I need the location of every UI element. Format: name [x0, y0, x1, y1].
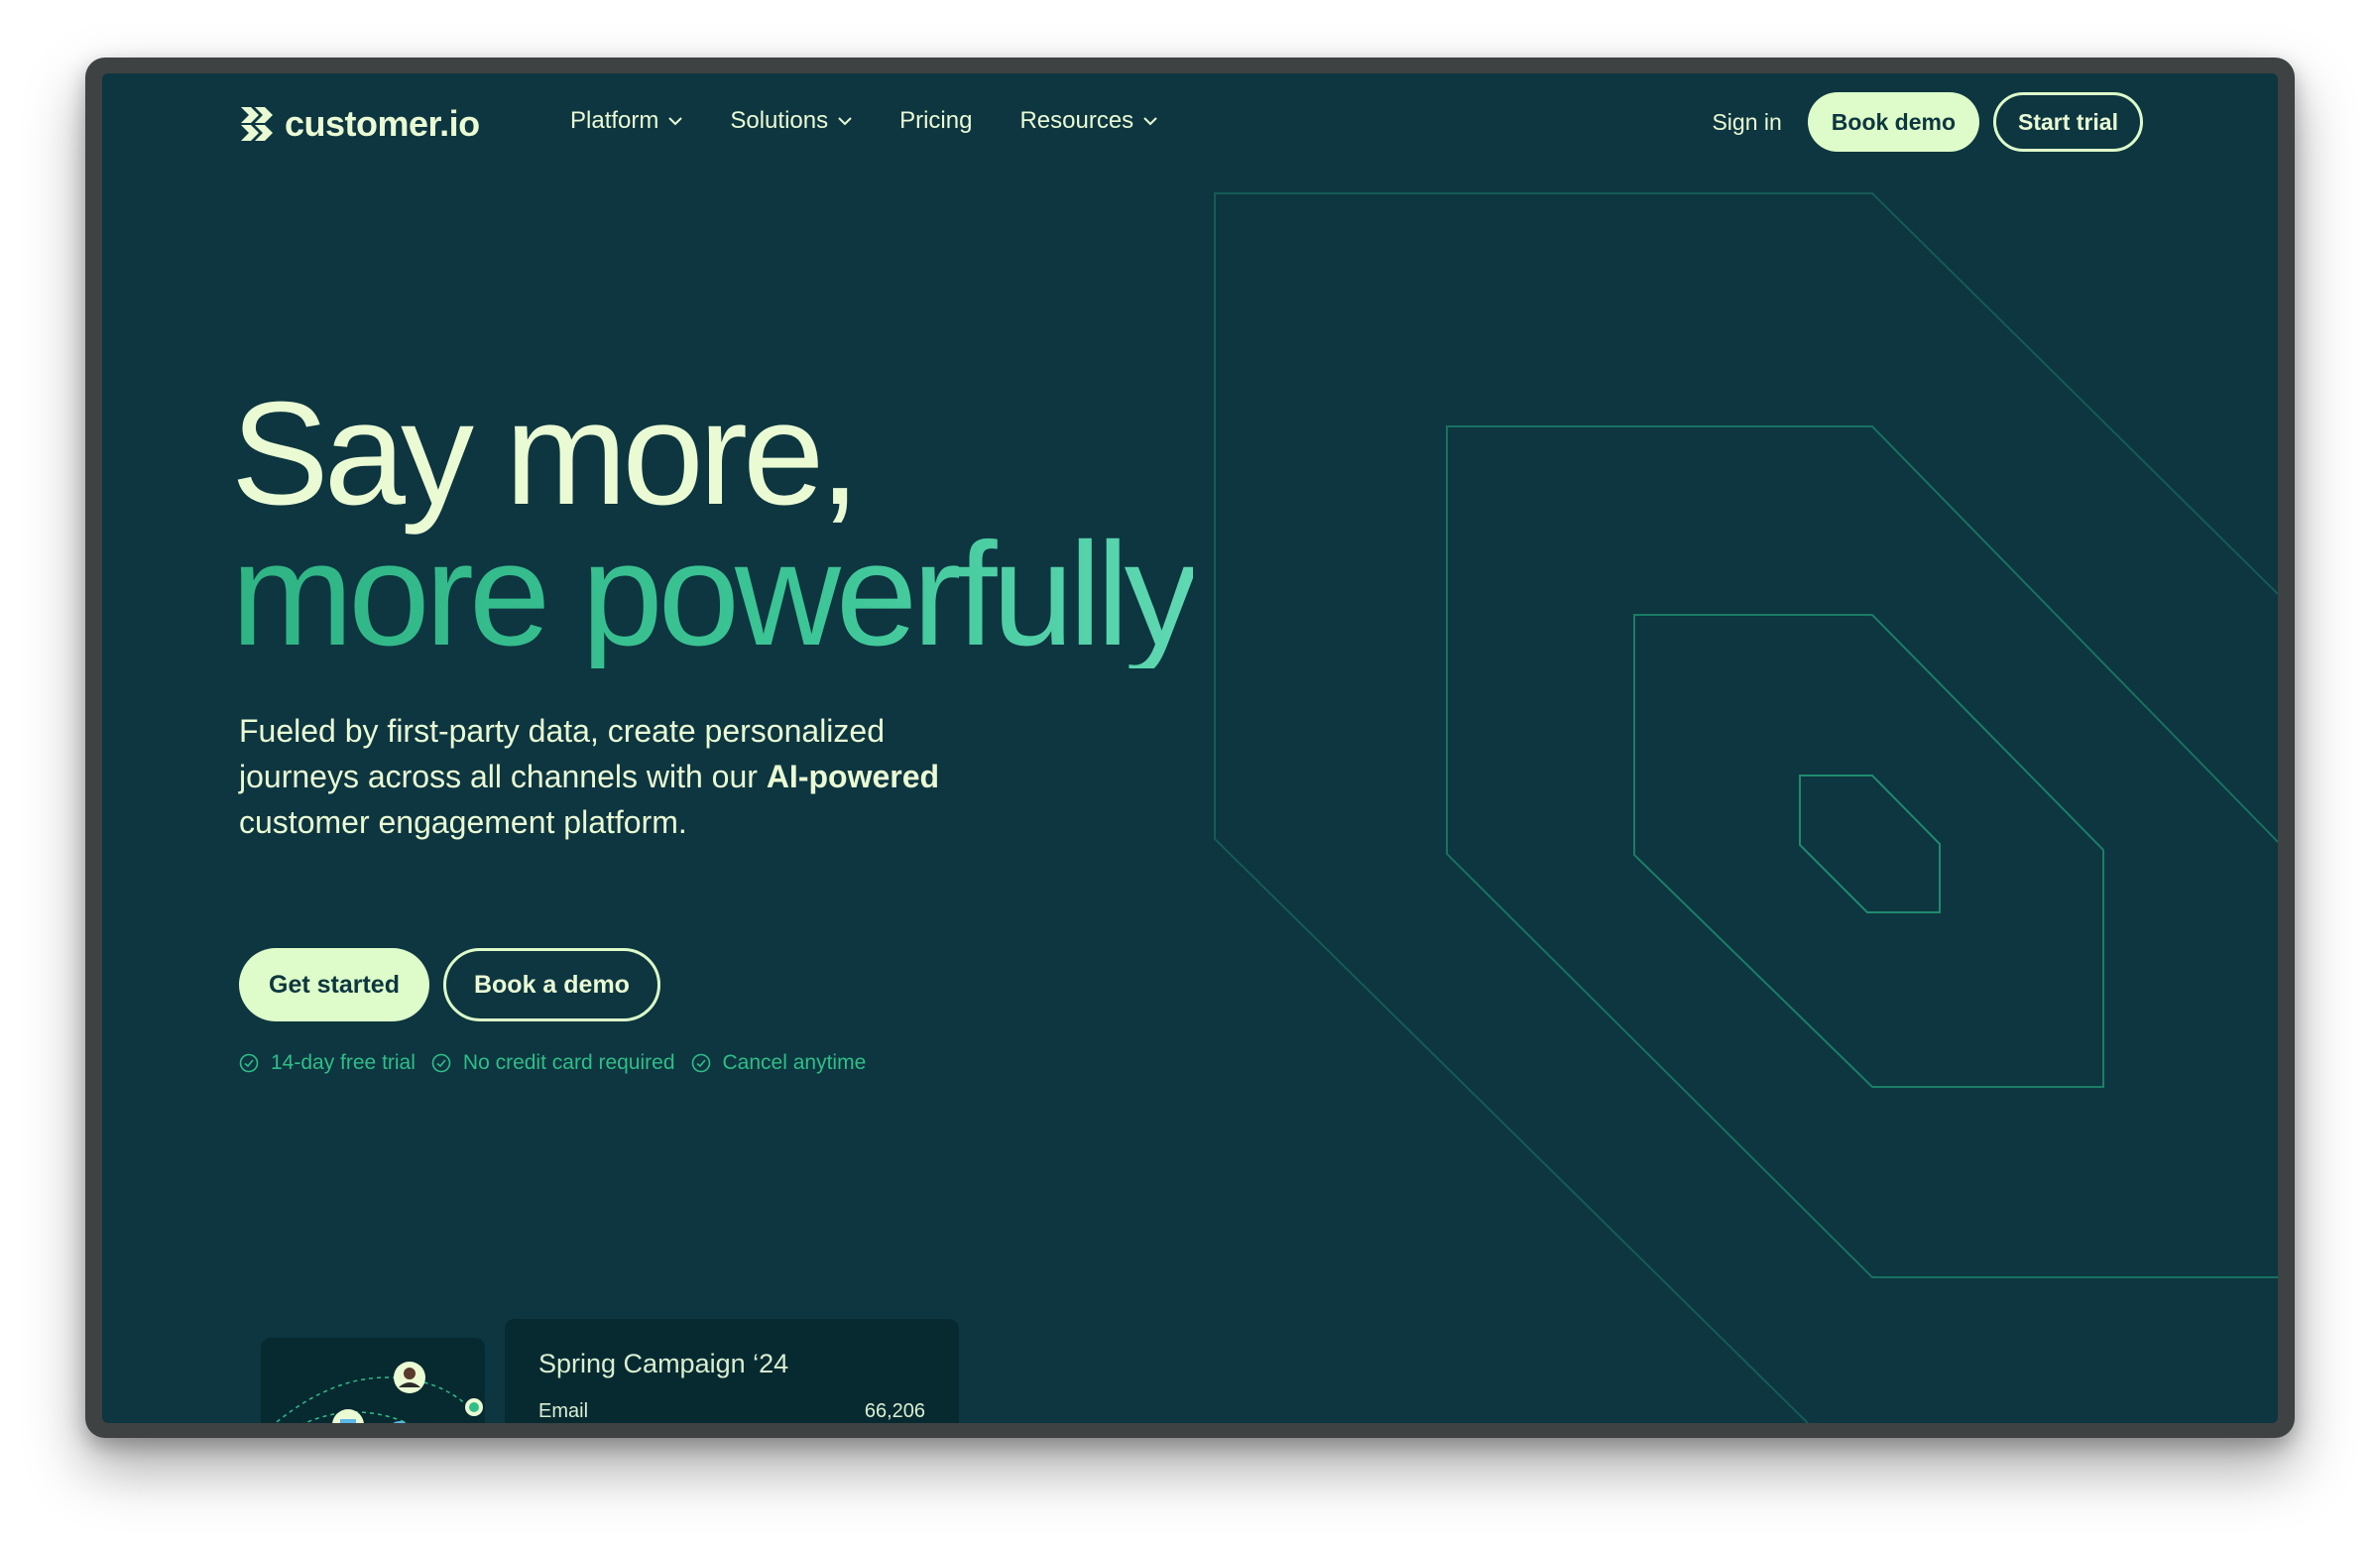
brand-logo[interactable]: customer.io: [239, 103, 480, 145]
journey-preview-card: [261, 1338, 485, 1423]
perks-list: 14-day free trial No credit card require…: [239, 1051, 866, 1075]
subheadline-text-end: customer engagement platform.: [239, 804, 687, 840]
chevron-down-icon: [838, 117, 852, 126]
check-circle-icon: [239, 1053, 259, 1073]
hex-outline-1: [1799, 775, 1941, 913]
browser-viewport: customer.io Platform Solutions Pricing R…: [102, 73, 2278, 1423]
hero-headline-line2: more powerfully: [231, 513, 1198, 676]
perk-item: No credit card required: [431, 1051, 675, 1075]
campaign-card[interactable]: Spring Campaign ‘24 Email 66,206: [505, 1319, 959, 1423]
hex-outline-3: [1446, 425, 2278, 1278]
campaign-metric-row: Email 66,206: [538, 1400, 925, 1423]
nav-item-platform[interactable]: Platform: [570, 107, 683, 135]
nav-item-resources[interactable]: Resources: [1019, 107, 1157, 135]
book-a-demo-button[interactable]: Book a demo: [442, 948, 660, 1021]
nav-actions: Sign in Book demo Start trial: [1712, 92, 2143, 152]
hex-outline-4: [1214, 192, 2278, 1423]
perk-label: 14-day free trial: [271, 1051, 416, 1074]
hex-outline-2: [1633, 614, 2104, 1088]
metric-value: 66,206: [864, 1400, 925, 1422]
perk-item: 14-day free trial: [239, 1051, 416, 1075]
customerio-logo-icon: [241, 107, 273, 141]
check-circle-icon: [431, 1053, 451, 1073]
nav-item-label: Platform: [570, 107, 659, 134]
nav-item-label: Pricing: [899, 107, 973, 134]
chevron-down-icon: [668, 117, 683, 126]
nav-item-solutions[interactable]: Solutions: [730, 107, 852, 135]
journey-flow-illustration: [274, 1362, 483, 1423]
hero-cta-group: Get started Book a demo: [239, 948, 660, 1021]
nav-item-label: Resources: [1019, 107, 1134, 134]
nav-item-label: Solutions: [730, 107, 829, 134]
metric-label: Email: [538, 1400, 589, 1422]
perk-label: No credit card required: [462, 1051, 675, 1074]
nav-item-pricing[interactable]: Pricing: [899, 107, 972, 135]
get-started-button[interactable]: Get started: [239, 948, 429, 1021]
hero-headline-line1: Say more,: [231, 372, 860, 536]
main-menu: Platform Solutions Pricing Resources: [570, 107, 1157, 135]
chevron-down-icon: [1143, 117, 1157, 126]
hero-subheadline: Fueled by first-party data, create perso…: [239, 708, 993, 845]
book-demo-button[interactable]: Book demo: [1807, 92, 1980, 152]
node-icon: [393, 1421, 407, 1423]
sign-in-link[interactable]: Sign in: [1712, 109, 1781, 136]
check-circle-icon: [691, 1053, 710, 1073]
perk-label: Cancel anytime: [722, 1051, 867, 1074]
perk-item: Cancel anytime: [691, 1051, 867, 1075]
top-navigation: customer.io Platform Solutions Pricing R…: [102, 73, 2278, 173]
brand-name: customer.io: [285, 103, 480, 144]
subheadline-emphasis: AI-powered: [766, 759, 940, 794]
start-trial-button[interactable]: Start trial: [1993, 92, 2143, 152]
campaign-title: Spring Campaign ‘24: [538, 1349, 789, 1378]
